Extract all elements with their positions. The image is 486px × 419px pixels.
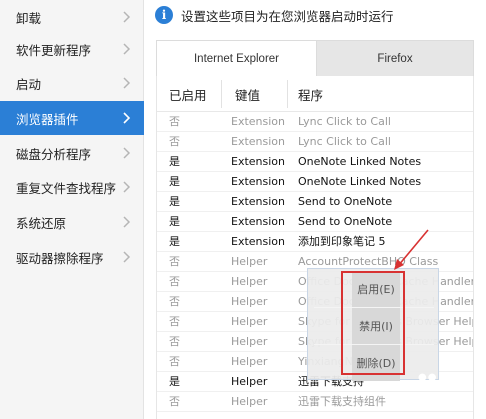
cell-key: Extension [231,155,286,168]
cell-enabled: 否 [169,295,180,308]
sidebar-item-uninstall[interactable]: 卸载 [0,0,144,34]
tab-firefox[interactable]: Firefox [317,40,474,76]
cell-key: Helper [231,255,268,268]
column-divider[interactable] [287,80,288,108]
chevron-right-icon [120,250,132,264]
cell-enabled: 是 [169,375,180,388]
info-text: 设置这些项目为在您浏览器启动时运行 [181,8,394,24]
cell-key: Helper [231,335,268,348]
sidebar-item-label: 磁盘分析程序 [16,146,92,162]
cell-program: Send to OneNote [298,215,393,228]
sidebar-item-drive-wiper[interactable]: 驱动器擦除程序 [0,240,144,274]
chevron-right-icon [120,180,132,194]
cell-program: 添加到印象笔记 5 [298,235,386,248]
cell-enabled: 否 [169,275,180,288]
tab-internet-explorer[interactable]: Internet Explorer [156,40,317,76]
table-row[interactable]: 否 Extension Lync Click to Call [157,112,473,132]
cell-program: 迅雷下载支持组件 [298,395,386,408]
cell-enabled: 否 [169,315,180,328]
info-icon: i [155,6,173,24]
browser-tabs: Internet Explorer Firefox [156,40,474,76]
sidebar-item-label: 启动 [16,76,42,92]
sidebar-item-startup[interactable]: 启动 [0,66,144,100]
chevron-right-icon [120,42,132,56]
cell-enabled: 是 [169,175,180,188]
cell-enabled: 否 [169,395,180,408]
highlight-box [341,271,405,375]
column-header-program[interactable]: 程序 [298,76,323,112]
cell-program: Lync Click to Call [298,115,391,128]
cell-key: Extension [231,115,286,128]
annotation-arrow-icon [394,229,429,270]
chevron-right-icon [120,76,132,90]
cell-enabled: 否 [169,255,180,268]
table-row[interactable]: 否 Helper 迅雷下载支持组件 [157,392,473,412]
column-divider[interactable] [221,80,222,108]
cell-enabled: 否 [169,355,180,368]
cell-enabled: 否 [169,335,180,348]
cell-key: Helper [231,395,268,408]
table-row[interactable]: 是 Extension OneNote Linked Notes [157,152,473,172]
cell-key: Extension [231,195,286,208]
cell-key: Extension [231,135,286,148]
sidebar-item-label: 软件更新程序 [16,42,92,58]
column-header-enabled[interactable]: 已启用 [169,76,207,112]
cell-program: OneNote Linked Notes [298,155,422,168]
cell-enabled: 是 [169,195,180,208]
table-row[interactable]: 是 Extension OneNote Linked Notes [157,172,473,192]
cell-key: Helper [231,315,268,328]
table-row[interactable]: 是 Extension Send to OneNote [157,192,473,212]
table-header: 已启用 键值 程序 [157,76,473,112]
cell-key: Helper [231,355,268,368]
chevron-right-icon [120,10,132,24]
cell-enabled: 是 [169,215,180,228]
cell-enabled: 否 [169,115,180,128]
ellipsis-icon: ●● [418,372,438,383]
sidebar-item-label: 系统还原 [16,215,67,231]
cell-key: Helper [231,295,268,308]
cell-key: Extension [231,215,286,228]
sidebar-item-software-updater[interactable]: 软件更新程序 [0,32,144,66]
cell-key: Extension [231,175,286,188]
info-bar: i 设置这些项目为在您浏览器启动时运行 [145,0,486,30]
sidebar-item-label: 重复文件查找程序 [16,180,117,196]
cell-program: Lync Click to Call [298,135,391,148]
sidebar-item-label: 浏览器插件 [16,111,79,127]
cell-key: Helper [231,375,268,388]
sidebar-item-label: 卸载 [16,10,42,26]
sidebar-item-browser-plugins[interactable]: 浏览器插件 [0,101,144,135]
table-row[interactable]: 否 Extension Lync Click to Call [157,132,473,152]
cell-key: Helper [231,275,268,288]
cell-key: Extension [231,235,286,248]
sidebar-item-duplicate-finder[interactable]: 重复文件查找程序 [0,170,144,204]
cell-program: Send to OneNote [298,195,393,208]
sidebar: 卸载 软件更新程序 启动 浏览器插件 磁盘分析程序 重复文件查找程序 系统还原 … [0,0,144,419]
cell-enabled: 是 [169,155,180,168]
sidebar-item-system-restore[interactable]: 系统还原 [0,205,144,239]
cell-enabled: 否 [169,135,180,148]
column-header-key[interactable]: 键值 [235,76,260,112]
chevron-right-icon [120,146,132,160]
cell-program: OneNote Linked Notes [298,175,422,188]
cell-enabled: 是 [169,235,180,248]
chevron-right-icon [120,111,132,125]
sidebar-item-label: 驱动器擦除程序 [16,250,104,266]
chevron-right-icon [120,215,132,229]
sidebar-item-disk-analyzer[interactable]: 磁盘分析程序 [0,136,144,170]
